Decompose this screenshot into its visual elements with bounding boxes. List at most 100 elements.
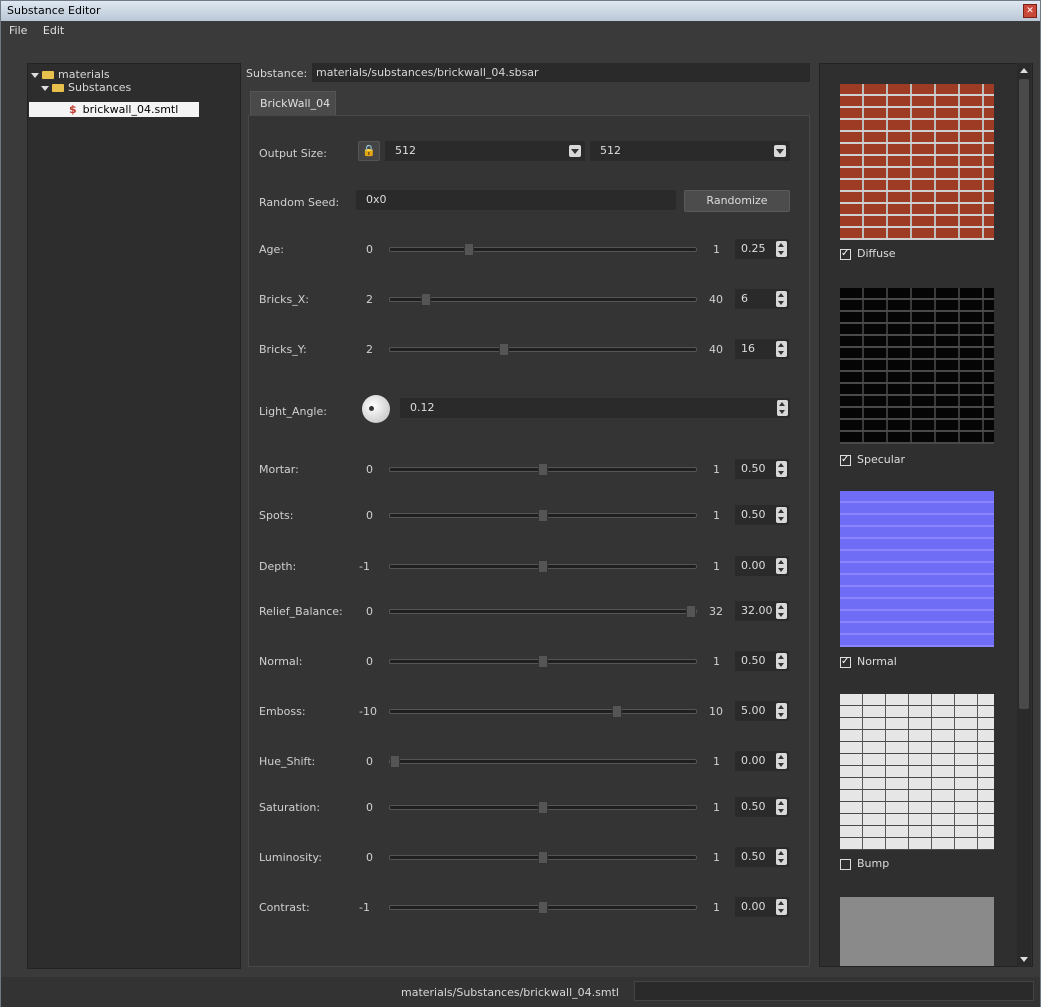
spin-arrows-icon[interactable] xyxy=(776,341,787,357)
param-label: Bricks_Y: xyxy=(259,343,307,356)
param-spinbox[interactable]: 0.50 xyxy=(735,847,789,867)
spin-arrows-icon[interactable] xyxy=(776,899,787,915)
param-spinbox[interactable]: 0.50 xyxy=(735,651,789,671)
light-angle-field[interactable]: 0.12 xyxy=(400,398,790,418)
expand-arrow-icon[interactable] xyxy=(41,85,49,91)
param-min: 0 xyxy=(366,605,373,618)
light-angle-knob[interactable] xyxy=(362,395,390,423)
status-field xyxy=(634,981,1034,1001)
param-spinbox[interactable]: 0.50 xyxy=(735,505,789,525)
param-slider[interactable] xyxy=(389,801,697,814)
param-spinbox[interactable]: 16 xyxy=(735,339,789,359)
spin-arrows-icon[interactable] xyxy=(776,558,787,574)
param-value: 0.50 xyxy=(741,462,766,475)
tree-item-brickwall[interactable]: $ brickwall_04.smtl xyxy=(29,102,199,117)
param-slider[interactable] xyxy=(389,509,697,522)
slider-handle[interactable] xyxy=(464,243,474,256)
spin-arrows-icon[interactable] xyxy=(776,603,787,619)
diffuse-thumbnail xyxy=(840,84,994,240)
param-slider[interactable] xyxy=(389,243,697,256)
randomize-button[interactable]: Randomize xyxy=(684,190,790,212)
slider-handle[interactable] xyxy=(390,755,400,768)
param-max: 10 xyxy=(709,705,723,718)
random-seed-field[interactable]: 0x0 xyxy=(356,190,676,210)
spin-arrows-icon[interactable] xyxy=(776,799,787,815)
param-value: 0.50 xyxy=(741,800,766,813)
param-slider[interactable] xyxy=(389,851,697,864)
slider-handle[interactable] xyxy=(538,463,548,476)
substance-editor-window: Substance Editor ✕ File Edit materials S… xyxy=(0,0,1041,1007)
dropdown-icon[interactable] xyxy=(774,145,786,157)
spin-arrows-icon[interactable] xyxy=(776,653,787,669)
param-label: Saturation: xyxy=(259,801,321,814)
spin-arrows-icon[interactable] xyxy=(777,400,788,416)
checkbox-icon[interactable] xyxy=(840,453,851,467)
spin-arrows-icon[interactable] xyxy=(776,849,787,865)
output-height-select[interactable]: 512 xyxy=(590,141,790,161)
substance-path-field[interactable]: materials/substances/brickwall_04.sbsar xyxy=(312,63,810,82)
slider-handle[interactable] xyxy=(538,851,548,864)
spin-arrows-icon[interactable] xyxy=(776,703,787,719)
slider-handle[interactable] xyxy=(538,560,548,573)
param-slider[interactable] xyxy=(389,560,697,573)
spin-arrows-icon[interactable] xyxy=(776,753,787,769)
preview-scrollbar[interactable] xyxy=(1017,63,1031,967)
param-spinbox[interactable]: 6 xyxy=(735,289,789,309)
specular-toggle[interactable]: Specular xyxy=(840,453,905,467)
param-spinbox[interactable]: 0.00 xyxy=(735,751,789,771)
normal-toggle[interactable]: Normal xyxy=(840,655,897,669)
scroll-down-icon[interactable] xyxy=(1018,953,1030,965)
diffuse-toggle[interactable]: Diffuse xyxy=(840,247,896,261)
scroll-up-icon[interactable] xyxy=(1018,65,1030,77)
spin-arrows-icon[interactable] xyxy=(776,507,787,523)
spin-arrows-icon[interactable] xyxy=(776,291,787,307)
slider-handle[interactable] xyxy=(538,801,548,814)
param-spinbox[interactable]: 32.00 xyxy=(735,601,789,621)
checkbox-icon[interactable] xyxy=(840,858,851,870)
output-width-select[interactable]: 512 xyxy=(385,141,585,161)
menu-edit[interactable]: Edit xyxy=(39,21,68,41)
param-value: 6 xyxy=(741,292,748,305)
param-slider[interactable] xyxy=(389,901,697,914)
param-slider[interactable] xyxy=(389,705,697,718)
param-value: 0.50 xyxy=(741,654,766,667)
slider-handle[interactable] xyxy=(538,509,548,522)
param-spinbox[interactable]: 0.50 xyxy=(735,797,789,817)
param-slider[interactable] xyxy=(389,463,697,476)
slider-handle[interactable] xyxy=(538,655,548,668)
param-spinbox[interactable]: 0.00 xyxy=(735,556,789,576)
bump-toggle[interactable]: Bump xyxy=(840,857,889,871)
scroll-thumb[interactable] xyxy=(1019,79,1029,709)
param-label: Relief_Balance: xyxy=(259,605,343,618)
param-slider[interactable] xyxy=(389,605,697,618)
spin-arrows-icon[interactable] xyxy=(776,241,787,257)
slider-handle[interactable] xyxy=(499,343,509,356)
param-max: 1 xyxy=(713,243,720,256)
param-spinbox[interactable]: 5.00 xyxy=(735,701,789,721)
output-size-label: Output Size: xyxy=(259,147,327,160)
param-slider[interactable] xyxy=(389,755,697,768)
param-slider[interactable] xyxy=(389,293,697,306)
checkbox-icon[interactable] xyxy=(840,247,851,261)
slider-handle[interactable] xyxy=(686,605,696,618)
close-button[interactable]: ✕ xyxy=(1023,4,1037,18)
slider-handle[interactable] xyxy=(421,293,431,306)
param-slider[interactable] xyxy=(389,343,697,356)
tree-item-substances[interactable]: Substances xyxy=(41,80,131,95)
param-slider[interactable] xyxy=(389,655,697,668)
param-max: 1 xyxy=(713,801,720,814)
slider-handle[interactable] xyxy=(538,901,548,914)
slider-handle[interactable] xyxy=(612,705,622,718)
lock-icon[interactable]: 🔒 xyxy=(358,141,380,161)
expand-arrow-icon[interactable] xyxy=(31,72,39,78)
dropdown-icon[interactable] xyxy=(569,145,581,157)
param-spinbox[interactable]: 0.50 xyxy=(735,459,789,479)
param-min: -1 xyxy=(359,560,370,573)
checkbox-icon[interactable] xyxy=(840,655,851,669)
tab-brickwall[interactable]: BrickWall_04 xyxy=(250,91,336,115)
param-spinbox[interactable]: 0.00 xyxy=(735,897,789,917)
menu-file[interactable]: File xyxy=(5,21,31,41)
spin-arrows-icon[interactable] xyxy=(776,461,787,477)
param-value: 0.00 xyxy=(741,559,766,572)
param-spinbox[interactable]: 0.25 xyxy=(735,239,789,259)
